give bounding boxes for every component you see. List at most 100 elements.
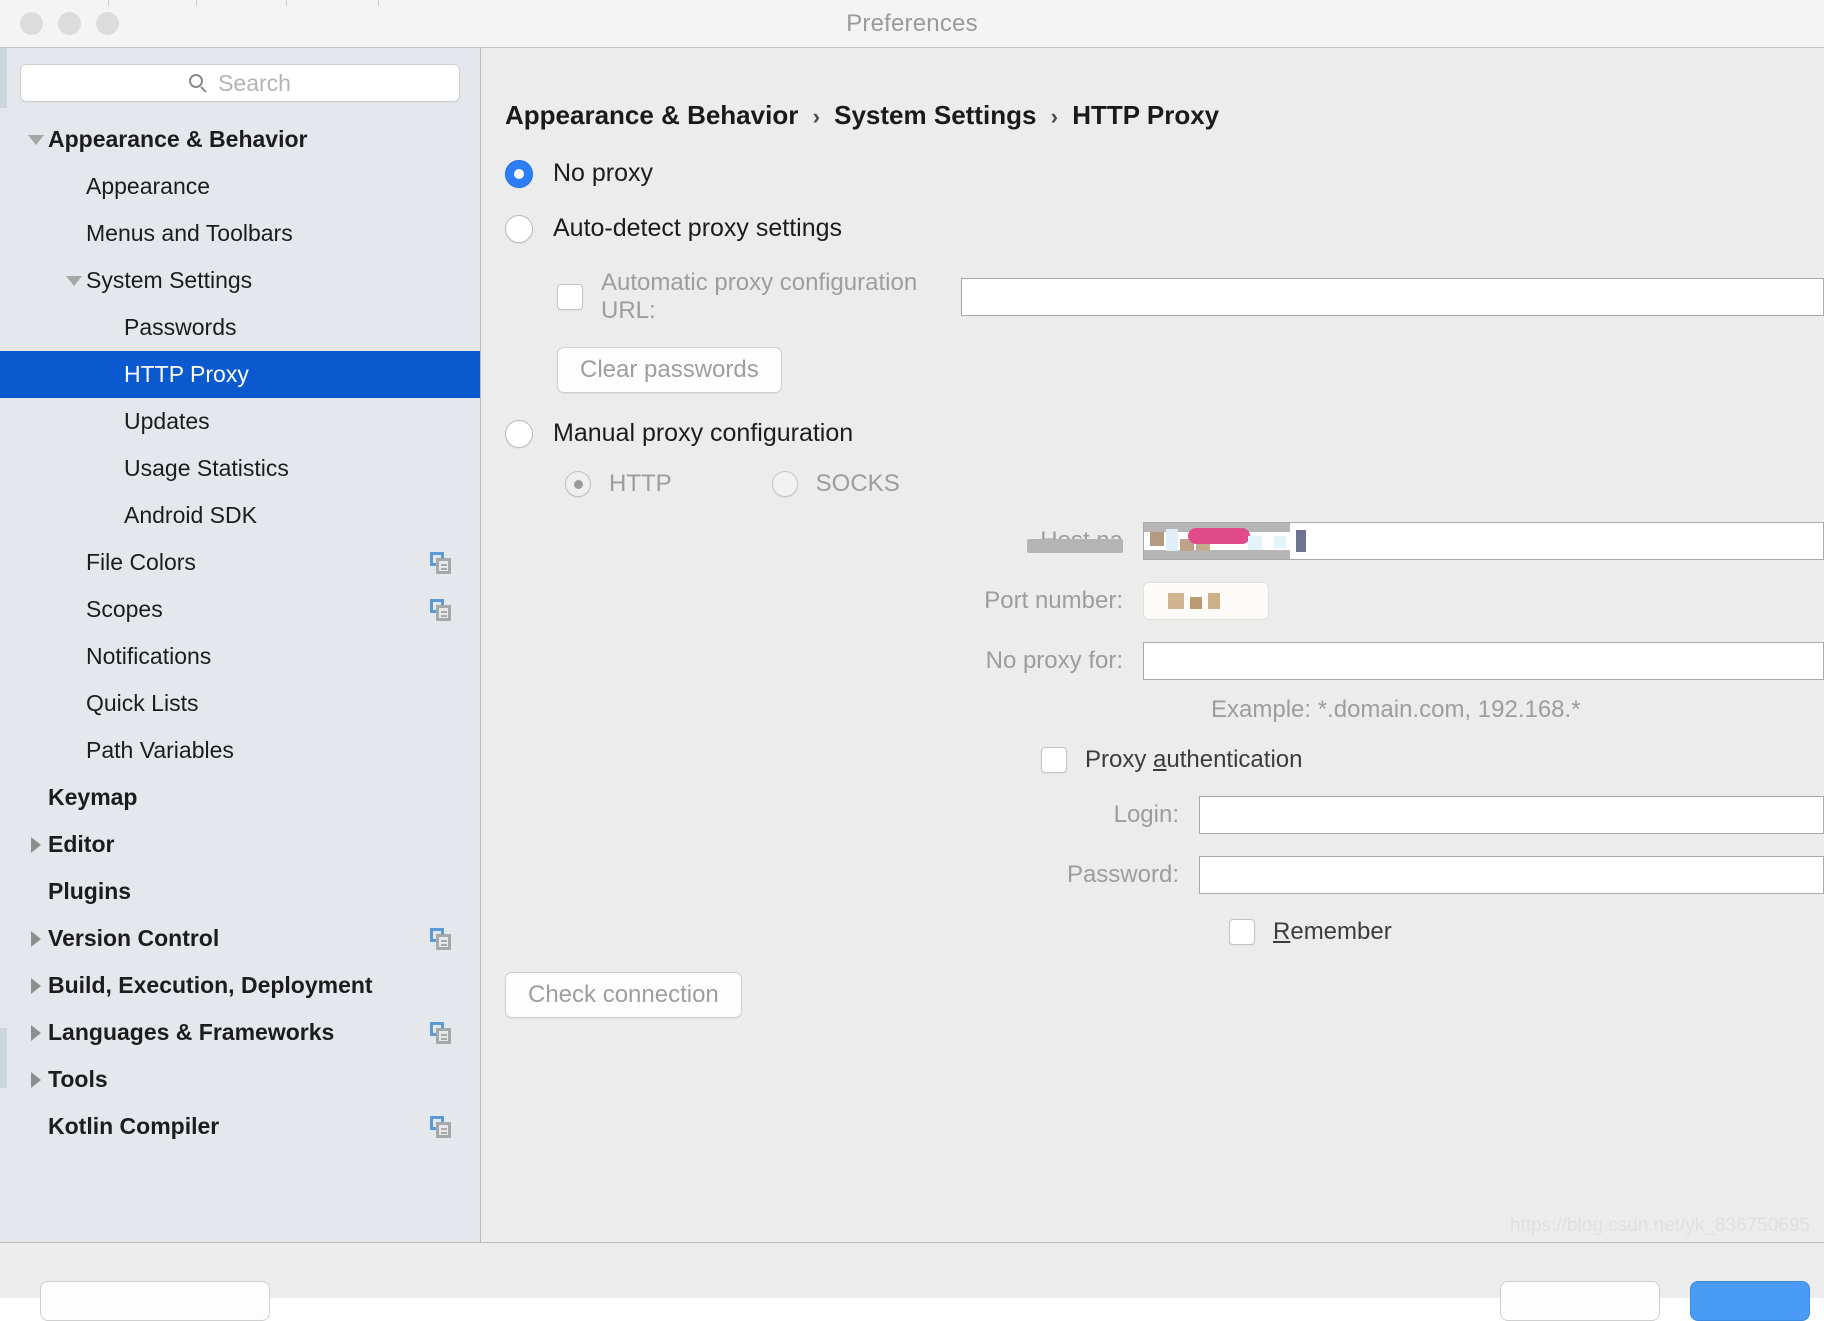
sidebar-item-system-settings[interactable]: System Settings [0, 257, 480, 304]
sidebar-item-passwords[interactable]: Passwords [0, 304, 480, 351]
sidebar-item-version-control[interactable]: Version Control [0, 915, 480, 962]
copy-settings-icon[interactable] [430, 598, 452, 621]
close-button[interactable] [20, 12, 43, 35]
breadcrumb-part-http-proxy: HTTP Proxy [1072, 100, 1220, 130]
http-radio[interactable] [565, 471, 591, 497]
host-redact-blob [1166, 529, 1178, 551]
host-name-input[interactable] [1143, 522, 1824, 560]
port-number-label: Port number: [984, 587, 1123, 614]
sidebar-item-menus-and-toolbars[interactable]: Menus and Toolbars [0, 210, 480, 257]
sidebar-item-label: Build, Execution, Deployment [48, 972, 373, 998]
http-label: HTTP [609, 470, 672, 497]
breadcrumb: Appearance & Behavior › System Settings … [481, 100, 1824, 131]
sidebar-item-appearance[interactable]: Appearance [0, 163, 480, 210]
clear-passwords-button[interactable]: Clear passwords [557, 347, 782, 393]
auto-detect-option[interactable]: Auto-detect proxy settings [481, 214, 1824, 243]
bottom-button-left[interactable] [40, 1281, 270, 1321]
chevron-down-icon[interactable] [62, 275, 86, 286]
remember-label: Remember [1273, 918, 1392, 945]
chevron-right-icon[interactable] [24, 1071, 48, 1088]
sidebar-item-label: Languages & Frameworks [48, 1019, 335, 1045]
sidebar-item-label: Plugins [48, 878, 132, 904]
remember-row[interactable]: Remember [481, 918, 1824, 946]
auto-config-url-checkbox[interactable] [557, 284, 583, 310]
search-placeholder: Search [218, 69, 291, 96]
traffic-light-buttons[interactable] [20, 12, 119, 35]
check-connection-row: Check connection [481, 972, 1824, 1018]
copy-settings-icon[interactable] [430, 551, 452, 574]
bottom-button-cancel[interactable] [1500, 1281, 1660, 1321]
sidebar-item-android-sdk[interactable]: Android SDK [0, 492, 480, 539]
port-redact-blob [1208, 593, 1220, 609]
chevron-right-icon[interactable] [24, 930, 48, 947]
manual-proxy-option[interactable]: Manual proxy configuration [481, 419, 1824, 448]
copy-settings-icon[interactable] [430, 927, 452, 950]
login-row: Login: [481, 796, 1824, 834]
port-number-input[interactable] [1143, 582, 1269, 620]
sidebar-item-label: Updates [124, 408, 210, 434]
minimize-button[interactable] [58, 12, 81, 35]
host-redact-blob [1296, 530, 1306, 552]
bottom-button-ok[interactable] [1690, 1281, 1810, 1321]
host-redact-blob-pink [1188, 528, 1250, 544]
sidebar-item-tools[interactable]: Tools [0, 1056, 480, 1103]
sidebar-item-kotlin-compiler[interactable]: Kotlin Compiler [0, 1103, 480, 1150]
clear-passwords-row: Clear passwords [481, 347, 1824, 393]
no-proxy-label: No proxy [553, 159, 654, 187]
chevron-down-icon[interactable] [24, 134, 48, 145]
sidebar-item-label: Appearance [86, 173, 211, 199]
host-redact-bottom [1144, 550, 1290, 559]
breadcrumb-separator-icon: › [1050, 104, 1058, 129]
sidebar-item-appearance-behavior[interactable]: Appearance & Behavior [0, 116, 480, 163]
auto-config-url-input[interactable] [960, 278, 1824, 316]
window-title: Preferences [846, 9, 978, 37]
sidebar-item-label: Passwords [124, 314, 237, 340]
login-input[interactable] [1199, 796, 1824, 834]
password-input[interactable] [1199, 856, 1824, 894]
host-redact-blob [1248, 536, 1262, 550]
sidebar-item-plugins[interactable]: Plugins [0, 868, 480, 915]
chevron-right-icon[interactable] [24, 1024, 48, 1041]
sidebar-item-editor[interactable]: Editor [0, 821, 480, 868]
sidebar-item-http-proxy[interactable]: HTTP Proxy [0, 351, 480, 398]
sidebar-item-usage-statistics[interactable]: Usage Statistics [0, 445, 480, 492]
sidebar-item-label: Usage Statistics [124, 455, 289, 481]
sidebar-item-label: Path Variables [86, 737, 234, 763]
sidebar-item-updates[interactable]: Updates [0, 398, 480, 445]
window-body: Search Appearance & Behavior Appearance Me… [0, 48, 1824, 1242]
no-proxy-option[interactable]: No proxy [481, 159, 1824, 188]
sidebar-item-label: Notifications [86, 643, 212, 669]
breadcrumb-part-system-settings[interactable]: System Settings [834, 100, 1036, 130]
chevron-right-icon[interactable] [24, 977, 48, 994]
settings-sidebar: Search Appearance & Behavior Appearance Me… [0, 48, 481, 1242]
sidebar-item-quick-lists[interactable]: Quick Lists [0, 680, 480, 727]
auto-detect-radio[interactable] [505, 214, 533, 243]
sidebar-item-path-variables[interactable]: Path Variables [0, 727, 480, 774]
check-connection-button[interactable]: Check connection [505, 972, 742, 1018]
login-label-wrap: Login: [481, 801, 1199, 829]
copy-settings-icon[interactable] [430, 1115, 452, 1138]
no-proxy-for-input[interactable] [1143, 642, 1824, 680]
settings-tree: Appearance & Behavior Appearance Menus and… [0, 116, 480, 1150]
no-proxy-radio[interactable] [505, 159, 533, 188]
host-redact-blob [1274, 536, 1286, 548]
zoom-button[interactable] [96, 12, 119, 35]
socks-radio[interactable] [771, 471, 798, 497]
proxy-authentication-checkbox[interactable] [1041, 747, 1067, 773]
sidebar-item-languages-frameworks[interactable]: Languages & Frameworks [0, 1009, 480, 1056]
search-input[interactable]: Search [20, 64, 460, 102]
sidebar-item-file-colors[interactable]: File Colors [0, 539, 480, 586]
sidebar-item-keymap[interactable]: Keymap [0, 774, 480, 821]
chevron-right-icon[interactable] [24, 836, 48, 853]
sidebar-item-notifications[interactable]: Notifications [0, 633, 480, 680]
proxy-authentication-row[interactable]: Proxy authentication [481, 746, 1824, 774]
breadcrumb-part-appearance[interactable]: Appearance & Behavior [505, 100, 798, 130]
remember-checkbox[interactable] [1229, 919, 1255, 945]
sidebar-item-scopes[interactable]: Scopes [0, 586, 480, 633]
sidebar-item-build-execution-deployment[interactable]: Build, Execution, Deployment [0, 962, 480, 1009]
manual-proxy-radio[interactable] [505, 419, 533, 448]
no-proxy-for-label: No proxy for: [985, 647, 1123, 674]
breadcrumb-separator-icon: › [812, 104, 820, 129]
login-label: Login: [1113, 801, 1179, 828]
copy-settings-icon[interactable] [430, 1021, 452, 1044]
